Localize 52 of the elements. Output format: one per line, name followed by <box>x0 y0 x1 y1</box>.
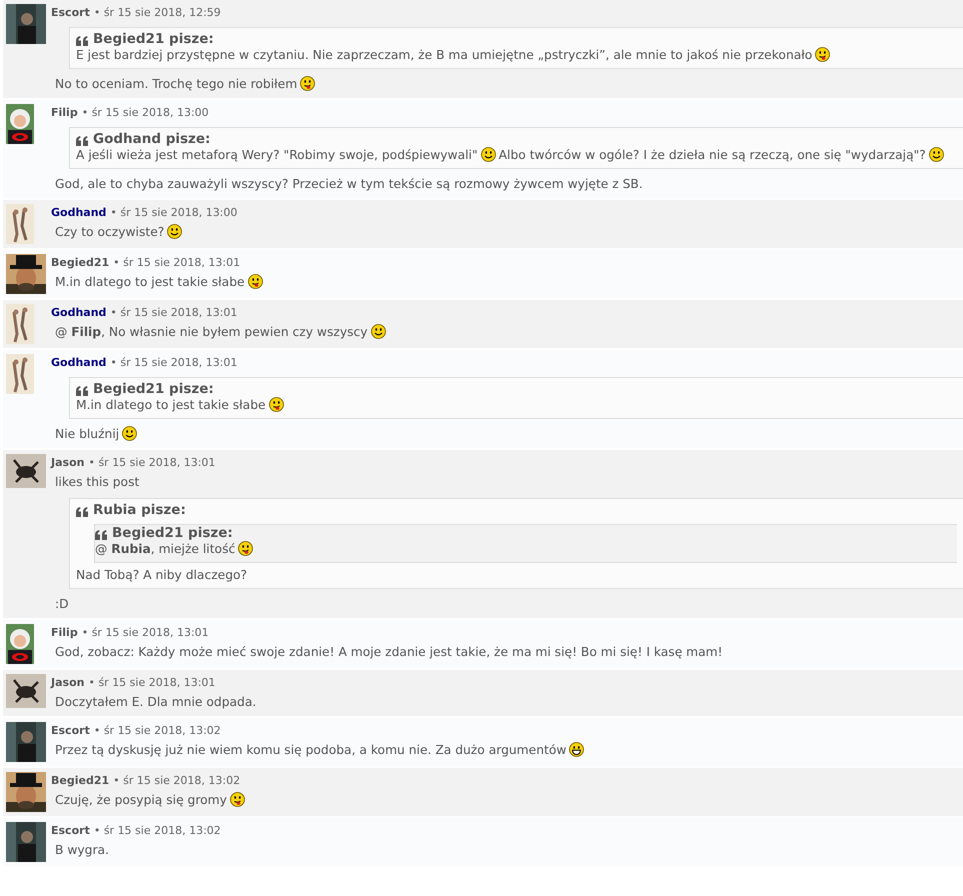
post-date: • śr 15 sie 2018, 13:01 <box>88 455 216 471</box>
author-name[interactable]: Filip <box>51 105 78 121</box>
post-text: M.in dlatego to jest takie słabe <box>76 397 957 415</box>
post-text: @ Rubia, miejże litość <box>95 541 951 559</box>
post-date: • śr 15 sie 2018, 13:01 <box>88 675 216 691</box>
author-name[interactable]: Escort <box>51 5 90 21</box>
author-name[interactable]: Escort <box>51 723 90 739</box>
post-text: Doczytałem E. Dla mnie odpada. <box>54 694 258 711</box>
author-name[interactable]: Jason <box>51 675 84 691</box>
post-text: likes this post <box>54 474 140 491</box>
quote-author: Begied21 pisze: <box>93 31 214 47</box>
author-name[interactable]: Godhand <box>51 305 106 321</box>
post-text: God, zobacz: Każdy może mieć swoje zdanie! A moje zdanie jest takie, że ma mi się! Bo mi się! I kasę mam! <box>54 644 724 661</box>
post-text: No to oceniam. Trochę tego nie robiłem <box>51 73 963 94</box>
author-name[interactable]: Godhand <box>51 205 106 221</box>
author-name[interactable]: Godhand <box>51 355 106 371</box>
quote-icon <box>76 506 88 516</box>
author-name[interactable]: Begied21 <box>51 255 110 271</box>
post-date: • śr 15 sie 2018, 13:00 <box>82 105 209 121</box>
quote-author: Godhand pisze: <box>93 131 210 147</box>
post-text: @ Filip, No własnie nie byłem pewien czy wszyscy <box>51 321 963 342</box>
post-text: B wygra. <box>54 842 110 859</box>
post-text: Czuję, że posypią się gromy <box>51 789 963 810</box>
post-date: • śr 15 sie 2018, 13:01 <box>110 355 238 371</box>
post-date: • śr 15 sie 2018, 13:01 <box>82 625 209 641</box>
author-name[interactable]: Escort <box>51 823 90 839</box>
post-text: Nie bluźnij <box>51 423 963 444</box>
quote-author: Rubia pisze: <box>93 502 186 518</box>
post-text: E jest bardziej przystępne w czytaniu. Nie zaprzeczam, że B ma umiejętne „pstryczki”, ale mnie to jakoś nie przekonało <box>76 47 957 65</box>
quote-author: Begied21 pisze: <box>112 525 233 541</box>
post-date: • śr 15 sie 2018, 13:00 <box>110 205 238 221</box>
post-text: Przez tą dyskusję już nie wiem komu się podoba, a komu nie. Za dużo argumentów <box>51 739 963 760</box>
author-name[interactable]: Jason <box>51 455 84 471</box>
post-text: M.in dlatego to jest takie słabe <box>51 271 963 292</box>
post-date: • śr 15 sie 2018, 13:02 <box>94 723 221 739</box>
quote-icon <box>76 386 88 396</box>
post-text: :D <box>54 596 70 613</box>
post-date: • śr 15 sie 2018, 12:59 <box>94 5 221 21</box>
post-text: A jeśli wieża jest metaforą Wery? "Robimy swoje, podśpiewywali" Albo twórców w ogóle? I że dzieła nie są rzeczą, one się "wydarzają"? <box>76 147 957 165</box>
quote-icon <box>76 36 88 46</box>
post-date: • śr 15 sie 2018, 13:02 <box>113 773 240 789</box>
post-date: • śr 15 sie 2018, 13:02 <box>94 823 221 839</box>
quote-author: Begied21 pisze: <box>93 381 214 397</box>
post-text: God, ale to chyba zauważyli wszyscy? Przecież w tym tekście są rozmowy żywcem wyjęte z SB. <box>54 176 644 193</box>
author-name[interactable]: Filip <box>51 625 78 641</box>
author-name[interactable]: Begied21 <box>51 773 110 789</box>
post-text: Czy to oczywiste? <box>51 221 963 242</box>
post-text: Nad Tobą? A niby dlaczego? <box>76 567 248 584</box>
post-date: • śr 15 sie 2018, 13:01 <box>113 255 240 271</box>
post-date: • śr 15 sie 2018, 13:01 <box>110 305 238 321</box>
quote-icon <box>95 530 107 540</box>
quote-icon <box>76 136 88 146</box>
